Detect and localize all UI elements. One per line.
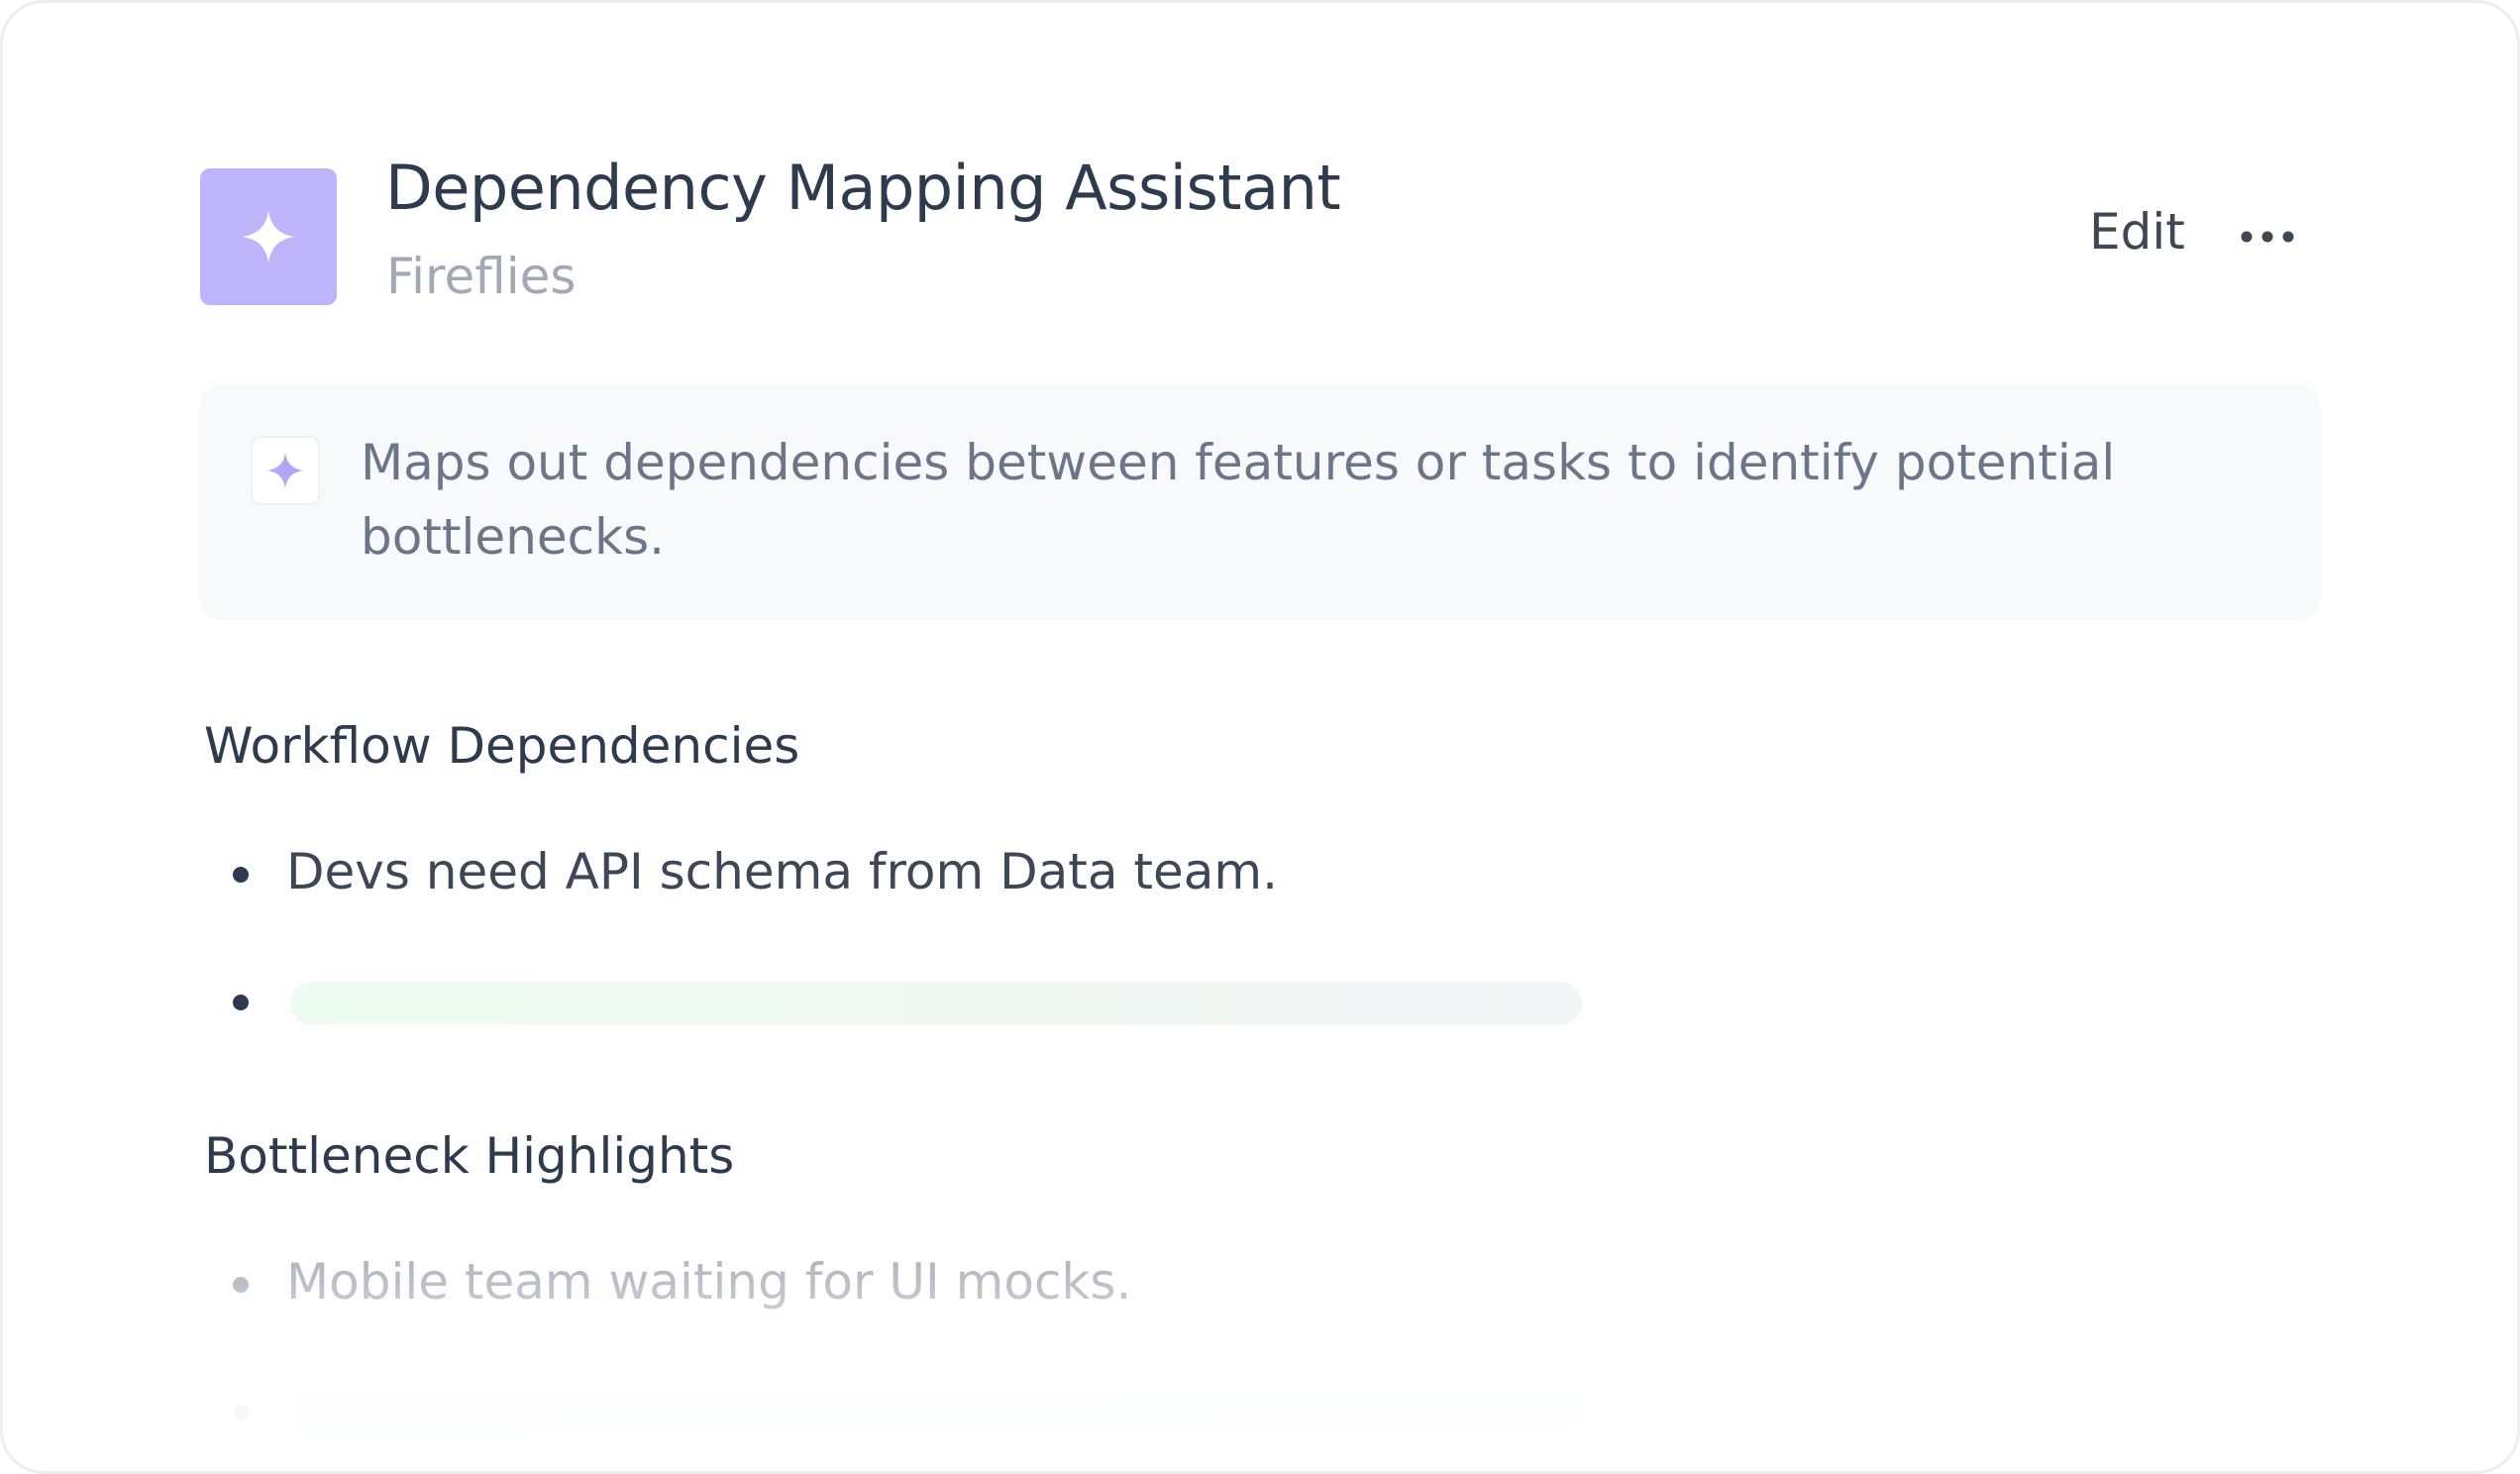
app-icon (200, 168, 337, 305)
loading-skeleton (290, 982, 1582, 1025)
list-bullet (233, 1277, 249, 1293)
description-text: Maps out dependencies between features o… (361, 434, 2116, 566)
more-options-button[interactable] (2236, 215, 2299, 259)
description-icon-badge (251, 436, 320, 505)
page-title: Dependency Mapping Assistant (385, 152, 1341, 224)
section-heading-bottleneck-highlights: Bottleneck Highlights (204, 1127, 735, 1185)
list-item: Devs need API schema from Data team. (286, 843, 1279, 900)
description-box: Maps out dependencies between features o… (200, 384, 2320, 620)
list-bullet (233, 995, 249, 1010)
edit-button[interactable]: Edit (2089, 203, 2185, 261)
sparkle-icon (242, 210, 295, 263)
app-subtitle: Fireflies (386, 248, 577, 305)
section-heading-workflow-dependencies: Workflow Dependencies (204, 717, 800, 775)
list-item: Mobile team waiting for UI mocks. (286, 1253, 1132, 1311)
list-bullet (233, 1405, 249, 1421)
more-horizontal-icon (2241, 231, 2294, 243)
list-bullet (233, 867, 249, 883)
sparkle-icon (266, 452, 304, 489)
loading-skeleton (290, 1392, 1582, 1435)
assistant-card: Dependency Mapping Assistant Fireflies E… (0, 0, 2520, 1474)
